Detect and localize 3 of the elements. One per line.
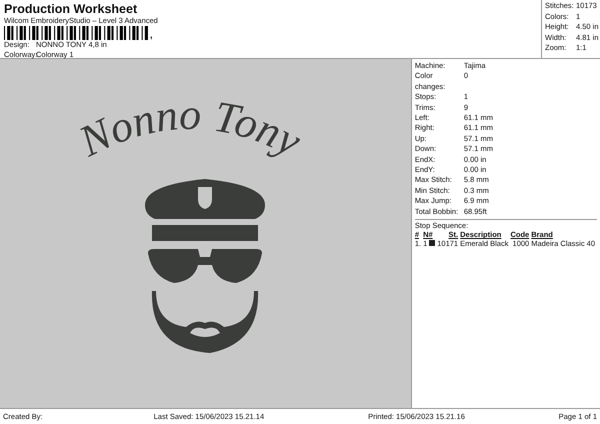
barcode-mark: , xyxy=(150,31,153,40)
lettering-text: Nonno Tony xyxy=(65,99,316,179)
worksheet-title: Production Worksheet xyxy=(4,2,138,16)
